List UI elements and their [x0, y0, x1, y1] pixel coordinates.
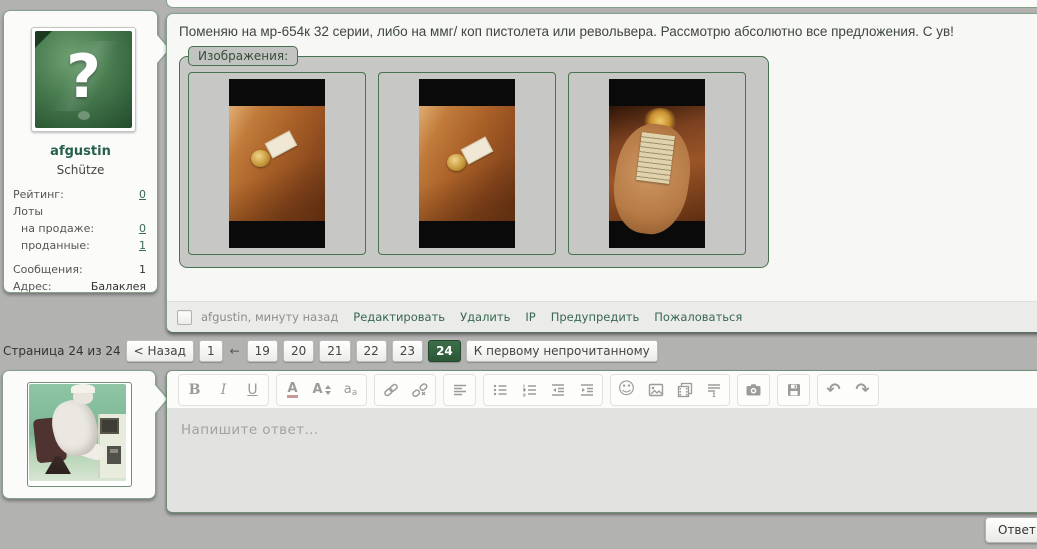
film-icon	[677, 382, 693, 398]
insert-block-button[interactable]	[699, 376, 728, 404]
images-fieldset: Изображения:	[179, 56, 769, 268]
ip-link[interactable]: IP	[525, 310, 535, 324]
redo-button[interactable]: ↷	[848, 376, 877, 404]
page-button-1[interactable]: 1	[199, 340, 223, 362]
font-size-icon	[325, 385, 331, 395]
stat-rating: Рейтинг: 0	[13, 186, 146, 203]
post-message-text: Поменяю на мр-654к 32 серии, либо на ммг…	[179, 24, 1036, 39]
back-page-button[interactable]: < Назад	[126, 340, 194, 362]
smiley-icon: ☺	[618, 381, 636, 398]
text-block-icon	[706, 382, 722, 398]
user-info-panel: ? afgustin Schütze Рейтинг: 0 Лоты на пр…	[3, 10, 158, 293]
username-link[interactable]: afgustin	[4, 144, 157, 159]
attachment-thumbnail-2[interactable]	[378, 72, 556, 255]
report-link[interactable]: Пожаловаться	[654, 310, 742, 324]
warn-link[interactable]: Предупредить	[551, 310, 640, 324]
edit-link[interactable]: Редактировать	[353, 310, 445, 324]
ordered-list-icon	[521, 382, 537, 398]
page-gap-arrow-icon: ←	[230, 344, 240, 358]
attachment-thumbnail-1[interactable]	[188, 72, 366, 255]
screenshot-button[interactable]	[739, 376, 768, 404]
smiley-button[interactable]: ☺	[612, 376, 641, 404]
reply-user-avatar[interactable]	[27, 382, 132, 487]
reply-submit-button[interactable]: Ответ	[985, 517, 1037, 543]
italic-button[interactable]: I	[209, 376, 238, 404]
editor-toolbar: B I U A A a a	[167, 371, 1037, 409]
font-family-button[interactable]: a a	[336, 376, 365, 404]
reply-text-area[interactable]: Напишите ответ...	[167, 409, 1037, 512]
numbered-list-button[interactable]	[514, 376, 543, 404]
indent-icon	[579, 382, 595, 398]
undo-icon: ↶	[826, 380, 840, 400]
undo-button[interactable]: ↶	[819, 376, 848, 404]
select-post-checkbox[interactable]	[177, 310, 192, 325]
text-color-icon: A	[287, 382, 297, 398]
page-button-19[interactable]: 19	[247, 340, 278, 362]
question-mark-avatar-icon: ?	[35, 31, 132, 128]
rating-value-link[interactable]: 0	[139, 186, 146, 203]
link-icon	[383, 382, 399, 398]
unordered-list-icon	[492, 382, 508, 398]
stat-address: Адрес: Балаклея	[13, 278, 146, 295]
jump-to-unread-button[interactable]: К первому непрочитанному	[466, 340, 658, 362]
reply-user-panel	[2, 370, 156, 499]
reply-placeholder: Напишите ответ...	[181, 422, 319, 438]
outdent-button[interactable]	[543, 376, 572, 404]
align-left-icon	[452, 382, 468, 398]
images-fieldset-legend: Изображения:	[188, 46, 298, 66]
reply-editor: B I U A A a a	[166, 370, 1037, 513]
indent-button[interactable]	[572, 376, 601, 404]
delete-link[interactable]: Удалить	[460, 310, 510, 324]
page-counter-label: Страница 24 из 24	[3, 344, 121, 358]
stat-lots-header: Лоты	[13, 203, 146, 220]
avatar-photo-person-at-desk	[29, 384, 126, 481]
user-stats: Рейтинг: 0 Лоты на продаже: 0 проданные:…	[13, 186, 146, 295]
page-button-20[interactable]: 20	[283, 340, 314, 362]
outdent-icon	[550, 382, 566, 398]
post-footer-bar: afgustin, минуту назад Редактировать Уда…	[167, 301, 1037, 332]
stat-on-sale: на продаже: 0	[13, 220, 146, 237]
photo-ring-on-table-1	[229, 79, 325, 248]
pagination-bar: Страница 24 из 24 < Назад 1 ← 19 20 21 2…	[3, 340, 658, 362]
page-button-22[interactable]: 22	[356, 340, 387, 362]
post-panel: Поменяю на мр-654к 32 серии, либо на ммг…	[166, 13, 1037, 333]
photo-hand-with-tag	[609, 79, 705, 248]
bullet-list-button[interactable]	[485, 376, 514, 404]
attachment-thumbnail-3[interactable]	[568, 72, 746, 255]
insert-media-button[interactable]	[670, 376, 699, 404]
save-icon	[786, 382, 802, 398]
image-icon	[648, 382, 664, 398]
insert-link-button[interactable]	[376, 376, 405, 404]
post-author-timestamp[interactable]: afgustin, минуту назад	[201, 310, 338, 324]
remove-link-button[interactable]	[405, 376, 434, 404]
bold-button[interactable]: B	[180, 376, 209, 404]
save-draft-button[interactable]	[779, 376, 808, 404]
stat-sold: проданные: 1	[13, 237, 146, 254]
redo-icon: ↷	[855, 380, 869, 400]
stat-messages: Сообщения: 1	[13, 261, 146, 278]
corner-fold-icon	[35, 31, 52, 48]
user-title: Schütze	[4, 163, 157, 177]
camera-icon	[745, 382, 762, 398]
on-sale-value-link[interactable]: 0	[139, 220, 146, 237]
text-color-button[interactable]: A	[278, 376, 307, 404]
unlink-icon	[412, 382, 428, 398]
page-button-21[interactable]: 21	[319, 340, 350, 362]
font-size-button[interactable]: A	[307, 376, 336, 404]
underline-button[interactable]: U	[238, 376, 267, 404]
align-button[interactable]	[445, 376, 474, 404]
page-button-23[interactable]: 23	[392, 340, 423, 362]
page-button-24-current[interactable]: 24	[428, 340, 461, 362]
previous-post-panel-edge	[166, 0, 1037, 8]
insert-image-button[interactable]	[641, 376, 670, 404]
sold-value-link[interactable]: 1	[139, 237, 146, 254]
photo-ring-on-table-2	[419, 79, 515, 248]
user-avatar[interactable]: ?	[31, 27, 136, 132]
